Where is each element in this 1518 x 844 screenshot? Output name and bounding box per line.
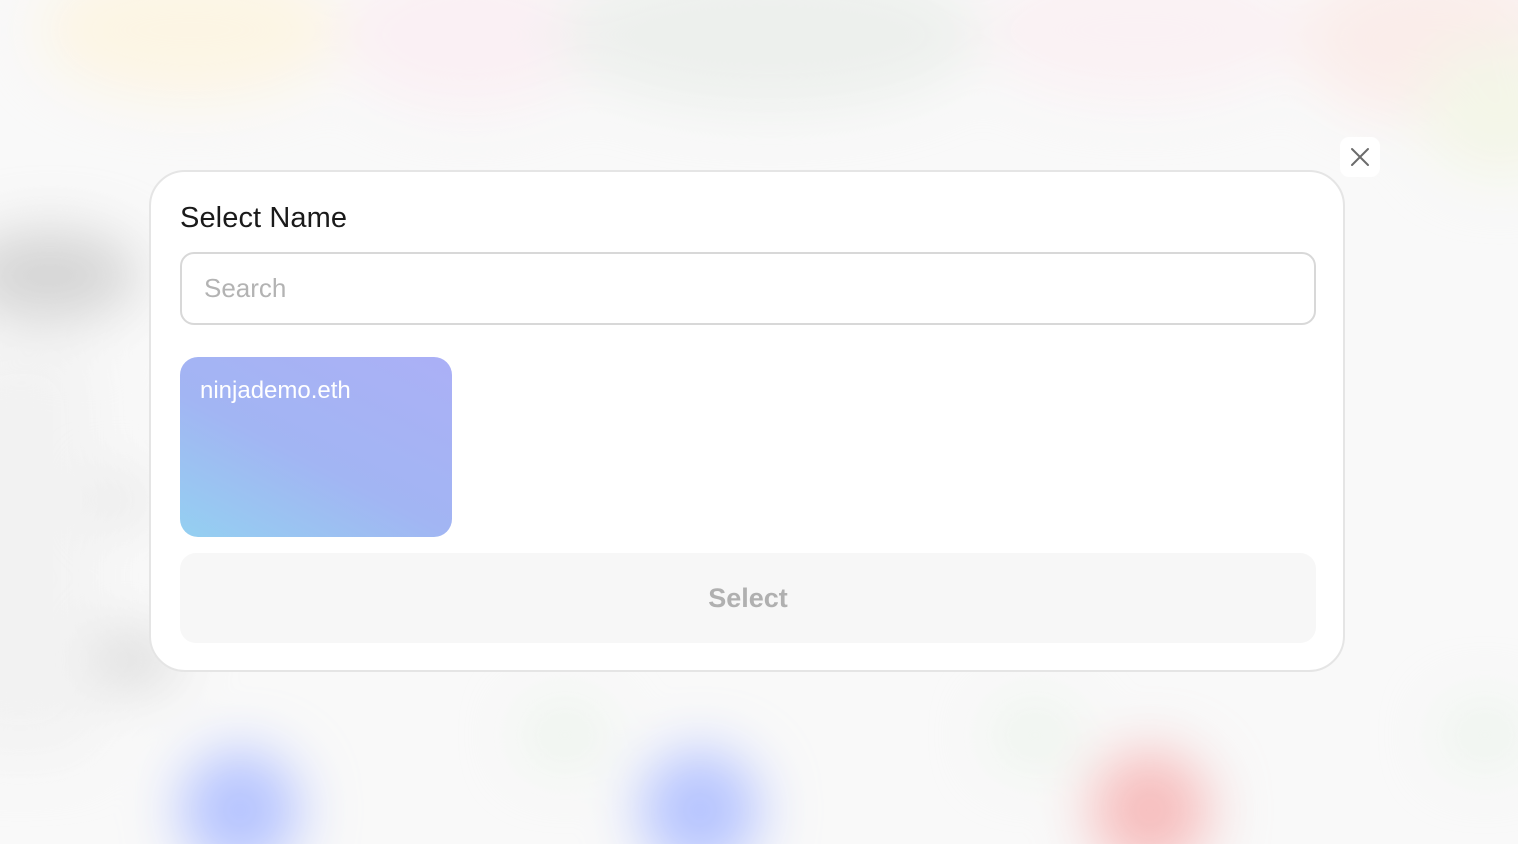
search-input[interactable] — [180, 252, 1316, 325]
name-card[interactable]: ninjademo.eth — [180, 357, 452, 537]
app-page: Select Name ninjademo.eth Select — [0, 0, 1518, 844]
dialog-title: Select Name — [180, 202, 348, 234]
select-name-dialog: Select Name ninjademo.eth Select — [149, 170, 1345, 672]
select-button[interactable]: Select — [180, 553, 1316, 643]
close-button[interactable] — [1340, 137, 1380, 177]
name-card-label: ninjademo.eth — [200, 377, 351, 404]
close-icon — [1351, 148, 1369, 166]
